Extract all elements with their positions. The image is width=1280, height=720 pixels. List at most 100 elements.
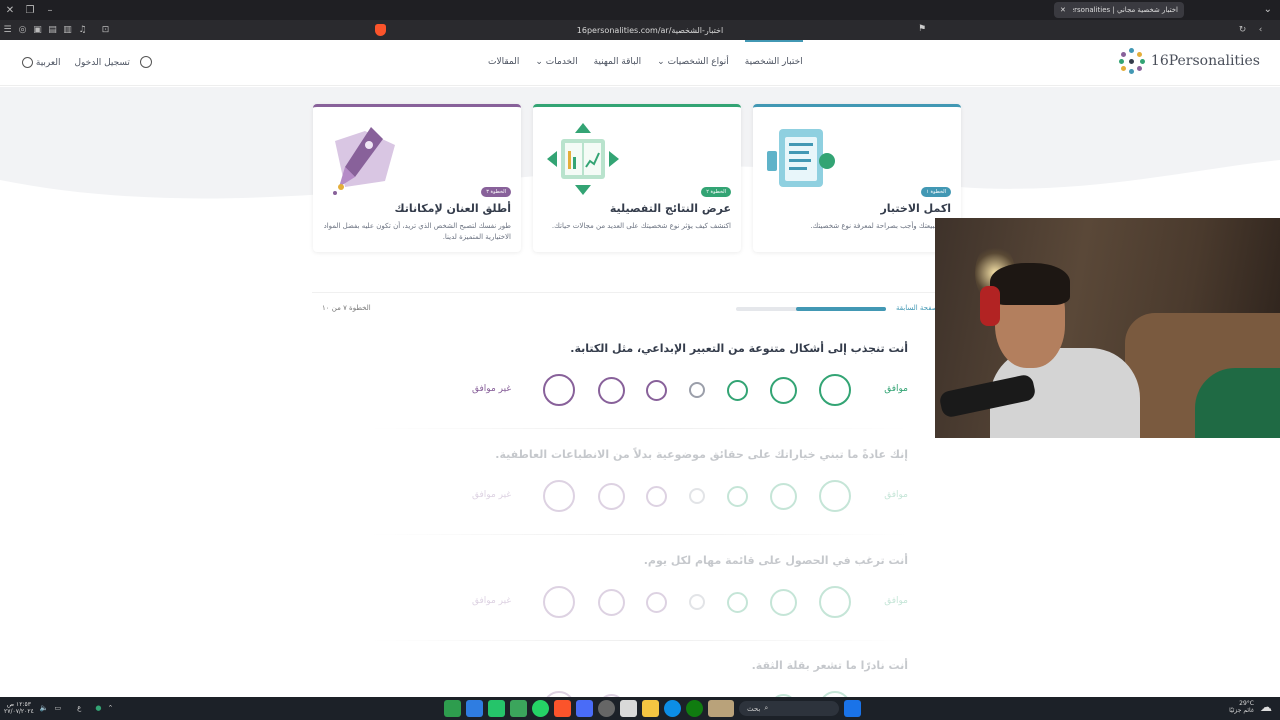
reader-icon[interactable]: ▥ xyxy=(60,25,75,35)
bookmark-icon[interactable]: ⚑ xyxy=(918,24,926,34)
calendar-icon[interactable] xyxy=(620,700,637,717)
shield-icon[interactable]: ◎ xyxy=(15,25,30,35)
progress-bar-fill xyxy=(796,307,886,311)
answer-option-2[interactable] xyxy=(769,376,797,404)
music-icon[interactable]: ♫ xyxy=(75,25,90,35)
reload-icon[interactable]: ↻ xyxy=(1235,25,1250,35)
answer-option-1[interactable] xyxy=(819,586,851,618)
menu-icon[interactable]: ☰ xyxy=(0,25,15,35)
weather-icon: ☁ xyxy=(1260,700,1272,714)
checklist-illustration-icon xyxy=(767,129,835,187)
start-button-icon[interactable] xyxy=(844,700,861,717)
weather-widget[interactable]: ☁ 29°C غائم جزئيًا xyxy=(1229,700,1272,714)
app-gray-icon[interactable] xyxy=(598,700,615,717)
tab-title: اختبار شخصية مجاني | 16Personalities xyxy=(1073,6,1178,14)
step-description: اكتشف كيف يؤثر نوع شخصيتك على العديد من … xyxy=(551,222,731,230)
answer-option-1[interactable] xyxy=(819,480,851,512)
answer-option-5[interactable] xyxy=(645,485,667,507)
store-app-icon[interactable] xyxy=(466,700,483,717)
nav-services[interactable]: الخدمات ⌄ xyxy=(535,57,577,67)
answer-option-5[interactable] xyxy=(645,379,667,401)
step-description: كن طبيعتك وأجب بصراحة لمعرفة نوع شخصيتك. xyxy=(810,222,951,230)
app-blue-icon[interactable] xyxy=(576,700,593,717)
chevron-down-icon: ⌄ xyxy=(535,57,543,67)
answer-option-7[interactable] xyxy=(543,374,575,406)
nav-active-indicator xyxy=(744,40,803,42)
tab-close-icon[interactable]: ✕ xyxy=(1060,6,1066,14)
answer-option-3[interactable] xyxy=(726,379,748,401)
input-language[interactable]: ع xyxy=(77,704,81,712)
brave-browser-icon[interactable] xyxy=(554,700,571,717)
answer-option-6[interactable] xyxy=(597,588,625,616)
search-placeholder: بحث xyxy=(747,704,761,713)
nav-label: المقالات xyxy=(488,57,520,67)
clock-date: ٢٧/٠٧/٢٠٢٤ xyxy=(4,708,34,715)
login-link[interactable]: تسجيل الدخول xyxy=(74,58,129,68)
search-highlight-icon[interactable] xyxy=(708,700,734,717)
answer-option-6[interactable] xyxy=(597,482,625,510)
taskbar-search[interactable]: ⌕ بحث xyxy=(739,701,839,716)
logo-mark-icon xyxy=(1118,48,1145,74)
answer-option-4[interactable] xyxy=(689,382,705,398)
answer-option-2[interactable] xyxy=(769,482,797,510)
weather-temp: 29°C xyxy=(1239,700,1254,707)
close-window-icon[interactable]: ✕ xyxy=(0,5,20,16)
whatsapp-icon[interactable] xyxy=(510,700,527,717)
back-icon[interactable]: ‹ xyxy=(1253,25,1268,35)
logo[interactable]: 16Personalities xyxy=(1118,48,1260,74)
step-description: طور نفسك لتصبح الشخص الذي تريد، أن تكون … xyxy=(323,222,511,241)
nav-personality-test[interactable]: اختبار الشخصية xyxy=(744,40,803,67)
xbox-icon[interactable] xyxy=(686,700,703,717)
file-explorer-icon[interactable] xyxy=(642,700,659,717)
step-badge: الخطوة ٣ xyxy=(481,187,511,197)
nav-articles[interactable]: المقالات xyxy=(488,57,519,67)
weather-desc: غائم جزئيًا xyxy=(1229,707,1254,714)
screenshot-icon[interactable]: ⊡ xyxy=(98,25,113,35)
answer-option-6[interactable] xyxy=(597,376,625,404)
browser-tabbar: ✕ ❐ – + اختبار شخصية مجاني | 16Personali… xyxy=(0,0,1280,20)
volume-icon[interactable]: 🔈 xyxy=(40,704,49,712)
tab-list-icon[interactable]: ⌄ xyxy=(1264,4,1272,15)
nav-career-package[interactable]: الباقة المهنية xyxy=(594,57,642,67)
edge-browser-icon[interactable] xyxy=(664,700,681,717)
address-bar[interactable]: 16personalities.com/ar/اختبار-الشخصية xyxy=(370,22,930,38)
sidebar-icon[interactable]: ▤ xyxy=(45,25,60,35)
search-icon: ⌕ xyxy=(764,704,769,712)
question-divider xyxy=(370,640,910,641)
language-switcher[interactable]: العربية xyxy=(22,57,60,68)
answer-option-1[interactable] xyxy=(819,374,851,406)
media-app-icon[interactable] xyxy=(444,700,461,717)
step-badge: الخطوة ٢ xyxy=(701,187,731,197)
minimize-window-icon[interactable]: – xyxy=(40,5,60,16)
nav-personality-types[interactable]: أنواع الشخصيات ⌄ xyxy=(657,57,729,67)
question-item: أنت ترغب في الحصول على قائمة مهام لكل يو… xyxy=(312,554,912,634)
answer-option-4[interactable] xyxy=(689,594,705,610)
logo-text: 16Personalities xyxy=(1150,53,1260,69)
wallet-icon[interactable]: ▣ xyxy=(30,25,45,35)
answer-option-3[interactable] xyxy=(726,591,748,613)
mic-tray-icon[interactable]: ● xyxy=(95,704,101,712)
answer-option-5[interactable] xyxy=(645,591,667,613)
url-text: 16personalities.com/ar/اختبار-الشخصية xyxy=(576,25,724,35)
step-card-2: الخطوة ٢ عرض النتائج التفصيلية اكتشف كيف… xyxy=(533,104,741,252)
disagree-label: غير موافق xyxy=(472,596,512,606)
tray-chevron-icon[interactable]: ⌃ xyxy=(107,704,113,712)
app-green-icon[interactable] xyxy=(488,700,505,717)
answer-option-2[interactable] xyxy=(769,588,797,616)
clock[interactable]: ١٢:٥٣ ص ٢٧/٠٧/٢٠٢٤ xyxy=(4,701,34,715)
chat-app-icon[interactable] xyxy=(532,700,549,717)
webcam-green-cushion xyxy=(1195,368,1280,438)
answer-option-4[interactable] xyxy=(689,488,705,504)
network-icon[interactable]: ▭ xyxy=(55,704,62,712)
accessibility-icon[interactable] xyxy=(140,56,152,68)
answer-option-3[interactable] xyxy=(726,485,748,507)
step-title: عرض النتائج التفصيلية xyxy=(609,202,731,215)
agree-label: موافق xyxy=(884,384,908,394)
answer-option-7[interactable] xyxy=(543,480,575,512)
globe-icon xyxy=(22,57,33,68)
restore-window-icon[interactable]: ❐ xyxy=(20,5,40,16)
agree-label: موافق xyxy=(884,490,908,500)
progress-bar xyxy=(736,307,886,311)
browser-tab[interactable]: اختبار شخصية مجاني | 16Personalities ✕ xyxy=(1054,2,1184,18)
answer-option-7[interactable] xyxy=(543,586,575,618)
